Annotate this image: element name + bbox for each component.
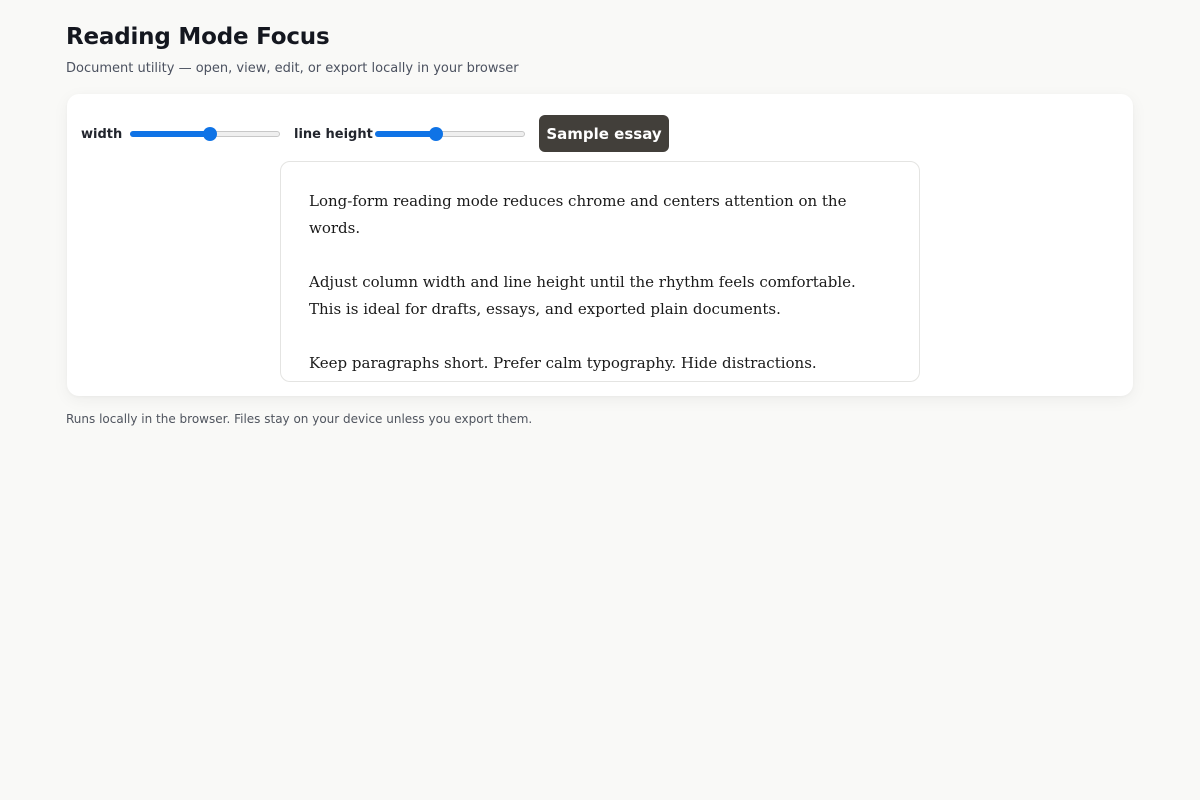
line-height-slider-thumb[interactable] <box>429 127 443 141</box>
reader-paragraph: Keep paragraphs short. Prefer calm typog… <box>309 354 817 372</box>
width-label: width <box>81 127 123 142</box>
page-title: Reading Mode Focus <box>66 24 330 50</box>
reader-paragraph: Long-form reading mode reduces chrome an… <box>309 192 847 237</box>
page-subtitle: Document utility — open, view, edit, or … <box>66 61 519 76</box>
reader-card: width line height Sample essay Long-form… <box>67 94 1133 396</box>
line-height-label: line height <box>294 127 373 142</box>
sample-essay-button[interactable]: Sample essay <box>539 115 669 152</box>
width-slider-fill <box>130 131 210 137</box>
reader-paragraph: Adjust column width and line height unti… <box>309 273 856 318</box>
width-slider[interactable] <box>130 127 280 141</box>
line-height-slider-fill <box>375 131 436 137</box>
page: Reading Mode Focus Document utility — op… <box>0 0 1200 800</box>
footer-note: Runs locally in the browser. Files stay … <box>66 412 533 426</box>
line-height-slider[interactable] <box>375 127 525 141</box>
width-slider-thumb[interactable] <box>203 127 217 141</box>
reading-column: Long-form reading mode reduces chrome an… <box>280 161 920 382</box>
